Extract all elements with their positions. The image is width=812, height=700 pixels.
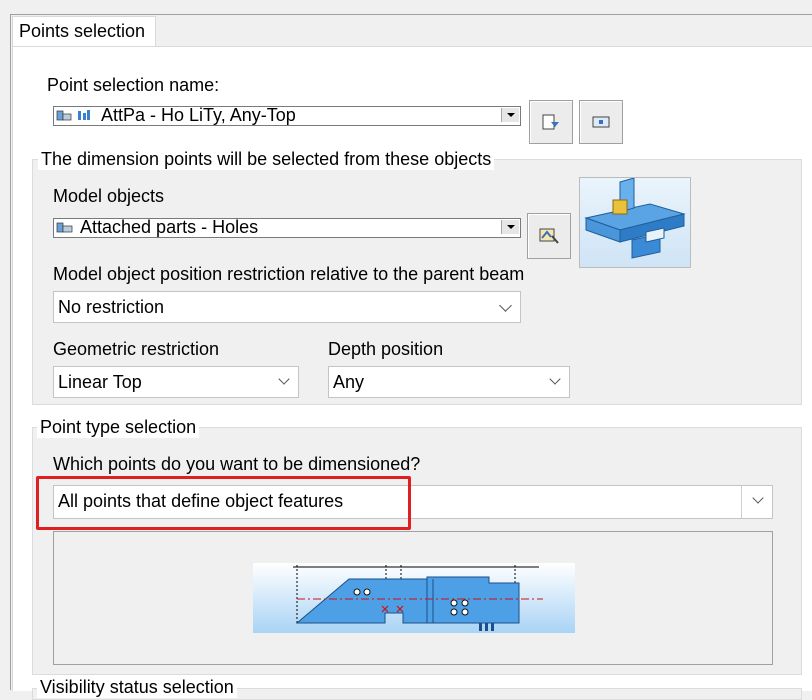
beam-points-illustration <box>253 563 575 633</box>
tab-label: Points selection <box>19 21 146 41</box>
model-objects-value: Attached parts - Holes <box>80 218 259 237</box>
combo-divider <box>741 486 742 518</box>
document-load-icon <box>542 114 559 130</box>
left-frame <box>0 14 11 690</box>
point-selection-combo[interactable]: AttPa - Ho LiTy, Any-Top <box>53 106 521 126</box>
geometric-restriction-combo[interactable]: Linear Top <box>53 366 299 398</box>
point-selection-value: AttPa - Ho LiTy, Any-Top <box>101 106 296 125</box>
depth-position-value: Any <box>333 372 365 392</box>
attached-part-icon <box>56 222 73 233</box>
dropdown-arrow-icon[interactable] <box>501 108 519 122</box>
window-top-strip <box>0 0 812 15</box>
geometric-restriction-label: Geometric restriction <box>53 339 220 359</box>
depth-position-combo[interactable]: Any <box>328 366 570 398</box>
highlight-annotation <box>36 476 411 530</box>
objects-group-title: The dimension points will be selected fr… <box>38 149 495 170</box>
pick-object-icon <box>539 228 559 244</box>
chevron-down-icon <box>549 373 561 385</box>
model-objects-combo[interactable]: Attached parts - Holes <box>53 218 521 238</box>
position-restriction-value: No restriction <box>58 297 165 317</box>
chevron-down-icon <box>752 492 764 504</box>
point-type-preview-frame <box>53 531 773 665</box>
pick-objects-button[interactable] <box>527 213 571 259</box>
edit-selection-button[interactable] <box>579 100 623 144</box>
attached-part-hole-icon <box>56 110 90 121</box>
position-restriction-combo[interactable]: No restriction <box>53 291 521 323</box>
chevron-down-icon <box>499 299 512 312</box>
load-selection-button[interactable] <box>529 100 573 144</box>
visibility-group-title: Visibility status selection <box>37 677 237 698</box>
model-objects-label: Model objects <box>53 186 165 206</box>
window-icon <box>592 116 610 128</box>
point-type-group-title: Point type selection <box>37 417 200 438</box>
tab-points-selection[interactable]: Points selection <box>12 16 156 47</box>
chevron-down-icon <box>278 373 290 385</box>
point-selection-label: Point selection name: <box>47 75 220 95</box>
geometric-restriction-value: Linear Top <box>58 372 142 392</box>
beam-connection-illustration <box>584 177 686 259</box>
model-objects-preview <box>579 177 691 268</box>
depth-position-label: Depth position <box>328 339 444 359</box>
dropdown-arrow-icon[interactable] <box>501 220 519 234</box>
point-type-question: Which points do you want to be dimension… <box>53 454 421 474</box>
position-restriction-label: Model object position restriction relati… <box>53 264 525 284</box>
